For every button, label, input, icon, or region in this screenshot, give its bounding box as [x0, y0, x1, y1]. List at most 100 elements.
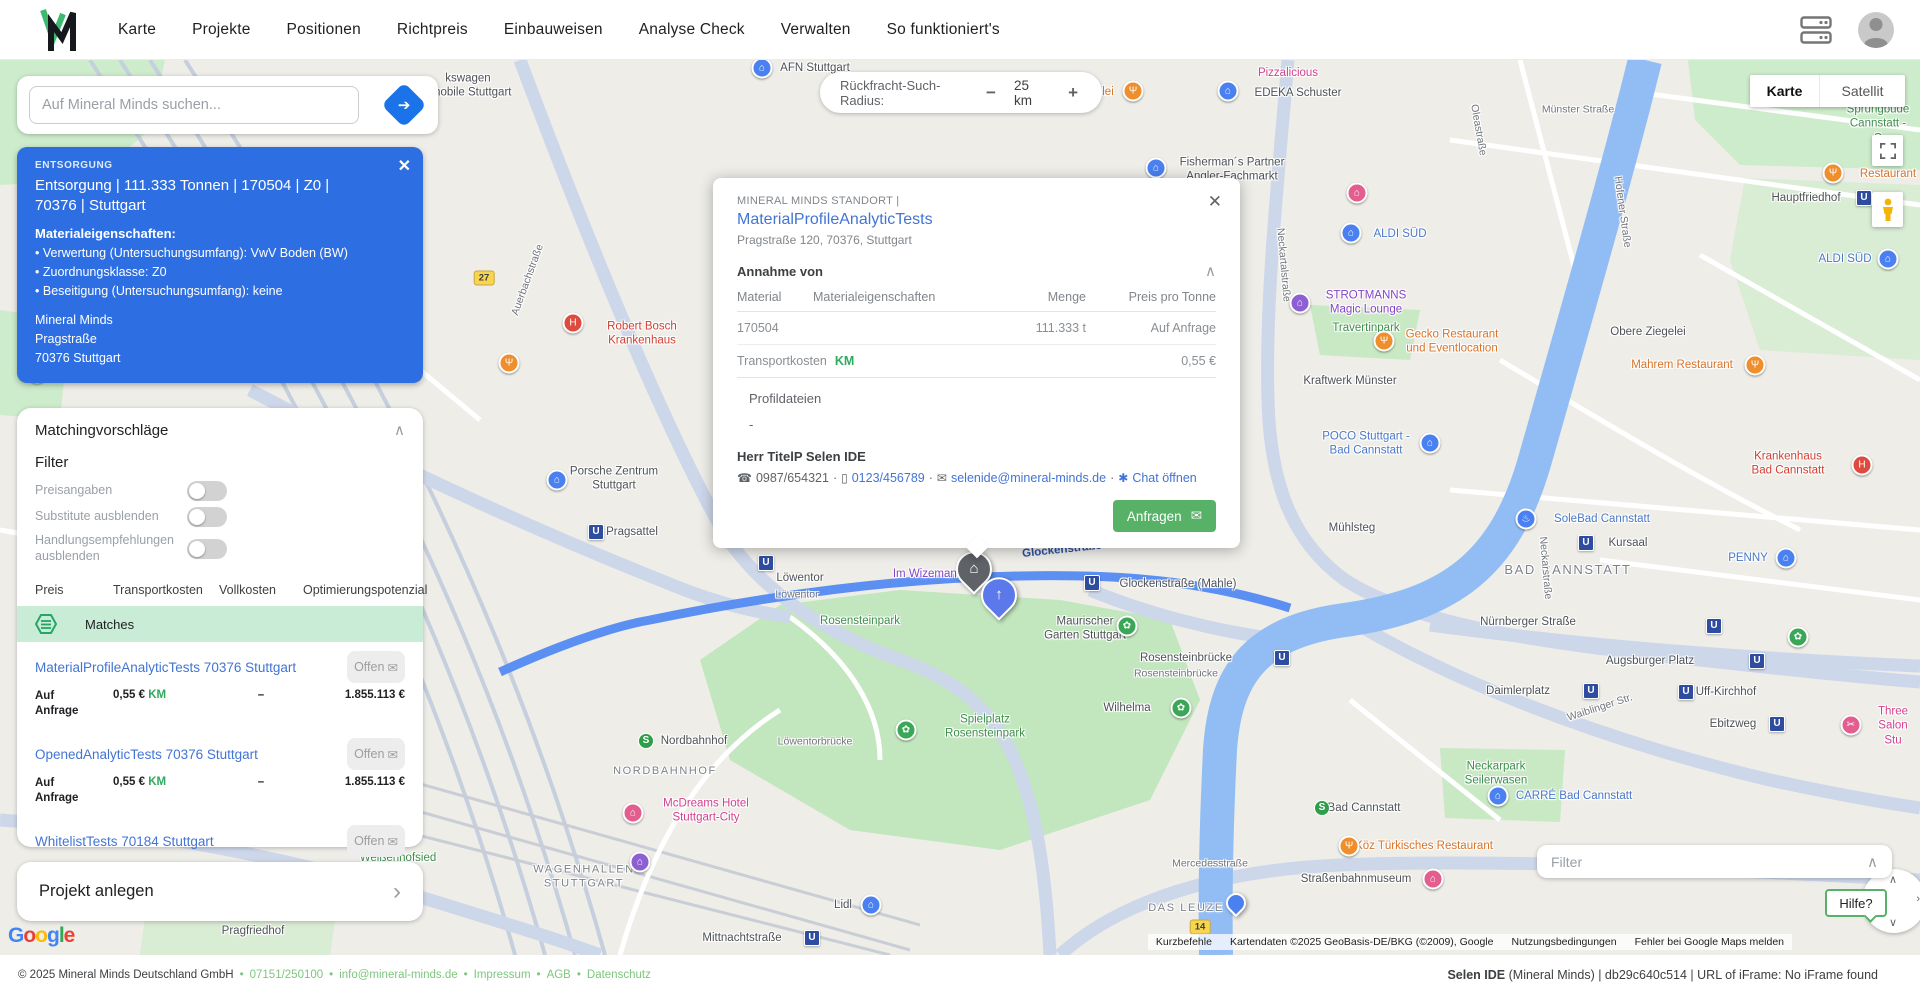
pan-right-icon[interactable]: › [1916, 893, 1920, 905]
search-input[interactable] [29, 86, 359, 124]
offen-button[interactable]: Offen ✉ [347, 651, 405, 684]
koez-restaurant-marker[interactable]: Ψ [1338, 835, 1360, 857]
shortcuts-link[interactable]: Kurzbefehle [1156, 936, 1212, 948]
restaurant-marker[interactable]: Ψ [1822, 162, 1844, 184]
maurischer-garten-marker[interactable]: ✿ [1116, 615, 1138, 637]
edeka-schuster-marker[interactable]: ⌂ [1217, 80, 1239, 102]
krankenhaus-bad-cannstatt-marker[interactable]: H [1851, 454, 1873, 476]
karte-button[interactable]: Karte [1750, 75, 1820, 107]
radius-increase-button[interactable]: + [1064, 83, 1082, 103]
report-error-link[interactable]: Fehler bei Google Maps melden [1635, 936, 1784, 948]
terms-link[interactable]: Nutzungsbedingungen [1511, 936, 1616, 948]
nav-analyse-check[interactable]: Analyse Check [639, 21, 745, 39]
transit-badge-s[interactable]: S [638, 733, 654, 749]
chevron-up-icon[interactable]: ∧ [1867, 853, 1878, 871]
mahrem-restaurant-marker[interactable]: Ψ [1744, 354, 1766, 376]
server-list-icon[interactable] [1800, 15, 1832, 44]
transit-badge-u[interactable]: U [1769, 716, 1785, 732]
offen-button[interactable]: Offen ✉ [347, 738, 405, 771]
projekt-anlegen-button[interactable]: Projekt anlegen › [17, 862, 423, 921]
close-icon[interactable]: ✕ [398, 156, 411, 176]
strassenbahnmuseum-marker[interactable]: ⌂ [1422, 868, 1444, 890]
match-link[interactable]: WhitelistTests 70184 Stuttgart [35, 834, 214, 849]
match-link[interactable]: OpenedAnalyticTests 70376 Stuttgart [35, 747, 258, 762]
preisangaben-toggle[interactable] [187, 481, 227, 501]
footer-email-link[interactable]: info@mineral-minds.de [339, 969, 457, 981]
three-salon-marker[interactable]: ✂ [1840, 714, 1862, 736]
robert-bosch-krankenhaus-marker[interactable]: H [562, 312, 584, 334]
das-leuze-marker[interactable] [1221, 888, 1251, 918]
transit-badge-u[interactable]: U [1583, 683, 1599, 699]
wilhelma-marker[interactable]: ✿ [1170, 697, 1192, 719]
transit-badge-u[interactable]: U [1706, 618, 1722, 634]
filter-input[interactable] [1551, 853, 1860, 870]
transit-badge-s[interactable]: S [1314, 800, 1330, 816]
google-logo[interactable]: Google [8, 924, 75, 948]
transit-badge-u[interactable]: U [588, 524, 604, 540]
chevron-up-icon[interactable]: ∧ [1205, 262, 1216, 280]
aldi-sued-marker[interactable]: ⌂ [1877, 248, 1899, 270]
nav-richtpreis[interactable]: Richtpreis [397, 21, 468, 39]
transit-badge-u[interactable]: U [804, 930, 820, 946]
shopping-marker[interactable]: ⌂ [1346, 182, 1368, 204]
map-data-text: Kartendaten ©2025 GeoBasis-DE/BKG (©2009… [1229, 936, 1494, 948]
menge-value: 111.333 t [1035, 321, 1086, 335]
poco-marker[interactable]: ⌂ [1419, 432, 1441, 454]
directions-button[interactable]: ➔ [381, 82, 427, 128]
nav-projekte[interactable]: Projekte [192, 21, 250, 39]
porsche-zentrum-marker[interactable]: ⌂ [546, 469, 568, 491]
spielplatz-rosensteinpark-marker[interactable]: ✿ [895, 719, 917, 741]
anfragen-button[interactable]: Anfragen ✉ [1112, 500, 1216, 532]
match-link[interactable]: MaterialProfileAnalyticTests 70376 Stutt… [35, 660, 296, 675]
lidl-marker[interactable]: ⌂ [860, 894, 882, 916]
user-avatar[interactable] [1858, 11, 1894, 48]
transit-badge-u[interactable]: U [1749, 653, 1765, 669]
offen-button[interactable]: Offen ✉ [347, 825, 405, 857]
chat-oeffnen-link[interactable]: Chat öffnen [1132, 471, 1196, 485]
mobile-number-link[interactable]: 0123/456789 [852, 471, 925, 485]
collapse-chevron-icon[interactable]: ∧ [394, 421, 405, 439]
pan-up-icon[interactable]: ∧ [1889, 873, 1897, 886]
gecko-restaurant-marker[interactable]: Ψ [1373, 330, 1395, 352]
pan-down-icon[interactable]: ∨ [1889, 916, 1897, 929]
carre-bad-cannstatt-marker[interactable]: ⌂ [1487, 785, 1509, 807]
popup-title-link[interactable]: MaterialProfileAnalyticTests [737, 211, 1216, 229]
transit-badge-u[interactable]: U [758, 555, 774, 571]
fullscreen-button[interactable] [1872, 135, 1903, 166]
park-marker[interactable]: ✿ [1787, 626, 1809, 648]
transit-badge-u[interactable]: U [1856, 190, 1872, 206]
radius-decrease-button[interactable]: − [982, 83, 1000, 103]
transit-badge-u[interactable]: U [1274, 650, 1290, 666]
impressum-link[interactable]: Impressum [474, 969, 531, 981]
fishermans-partner-marker[interactable]: ⌂ [1145, 157, 1167, 179]
mcdreams-hotel-marker[interactable]: ⌂ [622, 802, 644, 824]
footer-phone-link[interactable]: 07151/250100 [250, 969, 324, 981]
transit-badge-u[interactable]: U [1578, 535, 1594, 551]
nav-einbauweisen[interactable]: Einbauweisen [504, 21, 603, 39]
email-link[interactable]: selenide@mineral-minds.de [951, 471, 1106, 485]
transit-badge-u[interactable]: U [1084, 575, 1100, 591]
wagenhallen-marker[interactable]: ⌂ [629, 851, 651, 873]
nav-positionen[interactable]: Positionen [287, 21, 361, 39]
transit-badge-u[interactable]: U [1678, 684, 1694, 700]
nav-so-funktionierts[interactable]: So funktioniert's [887, 21, 1000, 39]
satellit-button[interactable]: Satellit [1820, 75, 1905, 107]
substitute-toggle[interactable] [187, 507, 227, 527]
close-icon[interactable]: ✕ [1208, 192, 1222, 212]
handlungsempfehlungen-toggle[interactable] [187, 538, 227, 559]
agb-link[interactable]: AGB [547, 969, 571, 981]
restaurant-marker[interactable]: Ψ [498, 352, 520, 374]
street-view-pegman-button[interactable] [1872, 192, 1903, 227]
nav-verwalten[interactable]: Verwalten [781, 21, 851, 39]
afn-stuttgart-marker[interactable]: ⌂ [751, 60, 773, 79]
strotmanns-magic-lounge-marker[interactable]: ⌂ [1289, 292, 1311, 314]
solebad-cannstatt-marker[interactable]: ♨ [1515, 508, 1537, 530]
nav-karte[interactable]: Karte [118, 21, 156, 39]
map-label: Restaurant [1859, 167, 1917, 180]
aldi-sued-marker[interactable]: ⌂ [1340, 222, 1362, 244]
penny-marker[interactable]: ⌂ [1775, 547, 1797, 569]
restaurant-marker[interactable]: Ψ [1122, 80, 1144, 102]
hilfe-button[interactable]: Hilfe? [1825, 889, 1887, 923]
datenschutz-link[interactable]: Datenschutz [587, 969, 651, 981]
mineral-minds-logo[interactable] [40, 7, 80, 53]
